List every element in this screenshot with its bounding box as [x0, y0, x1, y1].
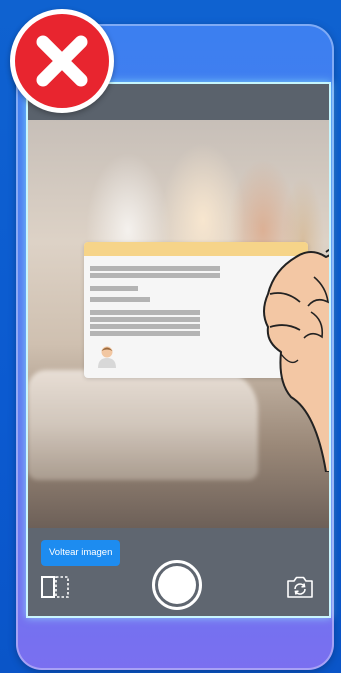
id-card-text-line [90, 317, 200, 322]
flip-image-icon[interactable] [40, 575, 72, 599]
id-card-text-line [90, 297, 150, 302]
error-status-badge [10, 9, 114, 113]
id-card-text-line [90, 273, 220, 278]
switch-camera-icon[interactable] [284, 574, 316, 600]
hand-holding-card [263, 248, 329, 472]
id-card-text-line [90, 324, 200, 329]
id-photo-icon [98, 346, 116, 368]
id-card-text-line [90, 331, 200, 336]
background-sofa [28, 370, 258, 480]
shutter-button[interactable] [152, 560, 202, 610]
camera-controls: Voltear imagen [28, 528, 329, 616]
camera-screen: Voltear imagen [28, 84, 329, 616]
close-icon [36, 35, 88, 87]
id-card-text-line [90, 286, 138, 291]
flip-image-button[interactable]: Voltear imagen [41, 540, 121, 566]
shutter-inner-circle [158, 566, 196, 604]
id-card-text-line [90, 310, 200, 315]
id-card-text-line [90, 266, 220, 271]
camera-viewfinder [28, 120, 329, 528]
